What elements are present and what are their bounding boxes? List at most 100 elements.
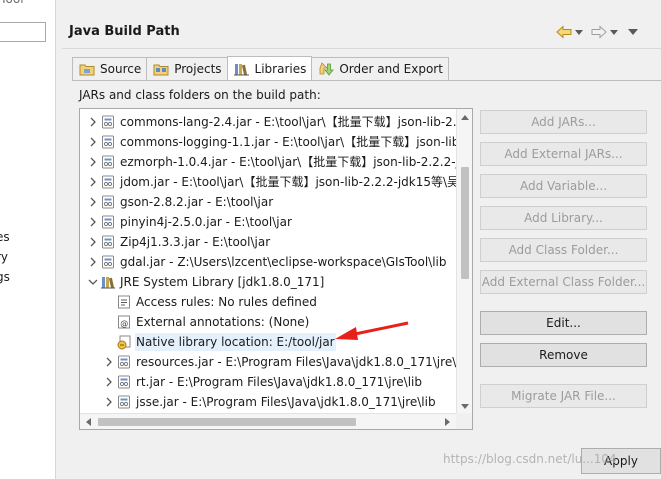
chevron-down-icon[interactable]	[575, 29, 583, 35]
jar-icon	[100, 114, 116, 130]
tree-row[interactable]: ezmorph-1.0.4.jar - E:\tool\jar\【批量下载】js…	[86, 152, 472, 172]
add-class-folder-button[interactable]: Add Class Folder...	[480, 238, 647, 262]
add-external-jars-button[interactable]: Add External JARs...	[480, 142, 647, 166]
chevron-right-icon[interactable]	[86, 132, 100, 152]
svg-text:@: @	[120, 319, 128, 328]
migrate-jar-button[interactable]: Migrate JAR File...	[480, 384, 647, 408]
horizontal-scrollbar[interactable]	[80, 413, 456, 429]
jar-icon	[100, 214, 116, 230]
jar-icon	[116, 354, 132, 370]
source-folder-icon	[79, 62, 95, 76]
add-library-button[interactable]: Add Library...	[480, 206, 647, 230]
chevron-right-icon[interactable]	[102, 352, 116, 372]
filter-input[interactable]	[0, 22, 46, 42]
vertical-scrollbar[interactable]	[456, 109, 472, 415]
native-library-icon	[116, 334, 132, 350]
tree-row[interactable]: pinyin4j-2.5.0.jar - E:\tool\jar	[86, 212, 293, 232]
tree-row-label: JRE System Library [jdk1.8.0_171]	[120, 275, 325, 289]
chevron-right-icon[interactable]	[86, 152, 100, 172]
libraries-icon	[233, 62, 250, 76]
tab-label: Projects	[174, 62, 222, 76]
back-button[interactable]	[556, 23, 583, 41]
tree-row[interactable]: gson-2.8.2.jar - E:\tool\jar	[86, 192, 274, 212]
jar-icon	[116, 394, 132, 410]
apply-button[interactable]: Apply	[581, 448, 661, 474]
chevron-right-icon[interactable]	[102, 392, 116, 412]
scroll-thumb[interactable]	[98, 418, 356, 426]
jar-icon	[100, 174, 116, 190]
left-pane-item[interactable]: ry	[0, 250, 8, 264]
chevron-right-icon[interactable]	[86, 192, 100, 212]
tree-row[interactable]: Zip4j1.3.3.jar - E:\tool\jar	[86, 232, 271, 252]
order-export-icon	[318, 62, 335, 76]
tree-row[interactable]: resources.jar - E:\Program Files\Java\jd…	[102, 352, 472, 372]
annotations-icon: @	[116, 314, 132, 330]
access-rules-icon	[116, 294, 132, 310]
chevron-down-icon[interactable]	[610, 29, 618, 35]
tree-row-label: Native library location: E:/tool/jar	[135, 333, 336, 351]
jar-icon	[100, 154, 116, 170]
tab-bar: Source Projects Libraries Order and Expo…	[72, 56, 449, 80]
tree-row-label: jdom.jar - E:\tool\jar\【批量下载】json-lib-2.…	[120, 175, 460, 189]
scrollbar-corner	[456, 413, 472, 429]
jar-icon	[116, 374, 132, 390]
remove-button[interactable]: Remove	[480, 343, 647, 367]
chevron-right-icon[interactable]	[86, 232, 100, 252]
tree-row-label: Zip4j1.3.3.jar - E:\tool\jar	[120, 235, 271, 249]
tree-row-label: jsse.jar - E:\Program Files\Java\jdk1.8.…	[136, 395, 436, 409]
left-pane-item[interactable]: gs	[0, 270, 10, 284]
tab-libraries[interactable]: Libraries	[226, 56, 313, 80]
tree-row[interactable]: commons-logging-1.1.jar - E:\tool\jar\【批…	[86, 132, 472, 152]
jar-icon	[100, 134, 116, 150]
tab-source[interactable]: Source	[72, 57, 148, 80]
tree-row[interactable]: Access rules: No rules defined	[102, 292, 318, 312]
scroll-thumb[interactable]	[461, 167, 469, 279]
tree-row[interactable]: jsse.jar - E:\Program Files\Java\jdk1.8.…	[102, 392, 437, 412]
tab-label: Order and Export	[339, 62, 443, 76]
tree-row[interactable]: jdom.jar - E:\tool\jar\【批量下载】json-lib-2.…	[86, 172, 460, 192]
tree-row[interactable]: @ External annotations: (None)	[102, 312, 310, 332]
add-external-class-folder-button[interactable]: Add External Class Folder...	[480, 270, 647, 294]
build-path-tree[interactable]: commons-lang-2.4.jar - E:\tool\jar\【批量下载…	[79, 108, 473, 430]
jar-icon	[100, 234, 116, 250]
jre-library-icon	[100, 274, 116, 290]
scroll-left-icon[interactable]	[86, 418, 91, 426]
nav-toolbar	[556, 23, 638, 41]
tree-row[interactable]: commons-lang-2.4.jar - E:\tool\jar\【批量下载…	[86, 112, 472, 132]
scroll-down-icon[interactable]	[461, 404, 469, 409]
left-pane-item[interactable]: es	[0, 230, 10, 244]
forward-button[interactable]	[591, 23, 618, 41]
scroll-right-icon[interactable]	[445, 418, 450, 426]
chevron-down-icon[interactable]	[86, 272, 100, 292]
tab-projects[interactable]: Projects	[146, 57, 228, 80]
tab-divider	[72, 80, 661, 81]
tree-row-label: resources.jar - E:\Program Files\Java\jd…	[136, 355, 471, 369]
chevron-right-icon[interactable]	[86, 252, 100, 272]
left-pane: sTool es ry gs	[0, 0, 56, 479]
chevron-right-icon[interactable]	[102, 372, 116, 392]
add-variable-button[interactable]: Add Variable...	[480, 174, 647, 198]
header-divider	[62, 48, 661, 49]
add-jars-button[interactable]: Add JARs...	[480, 110, 647, 134]
tree-row-label: Access rules: No rules defined	[136, 295, 317, 309]
scroll-up-icon[interactable]	[461, 115, 469, 120]
tree-row[interactable]: rt.jar - E:\Program Files\Java\jdk1.8.0_…	[102, 372, 423, 392]
view-menu-icon[interactable]	[628, 29, 638, 35]
edit-button[interactable]: Edit...	[480, 311, 647, 335]
tree-row-label: External annotations: (None)	[136, 315, 310, 329]
tree-row[interactable]: JRE System Library [jdk1.8.0_171]	[86, 272, 325, 292]
left-pane-title: sTool	[0, 0, 24, 6]
projects-icon	[153, 62, 169, 76]
chevron-right-icon[interactable]	[86, 112, 100, 132]
tree-row[interactable]: gdal.jar - Z:\Users\lzcent\eclipse-works…	[86, 252, 447, 272]
tree-row-selected[interactable]: Native library location: E:/tool/jar	[102, 332, 336, 352]
tree-row-label: commons-logging-1.1.jar - E:\tool\jar\【批…	[120, 135, 472, 149]
back-arrow-icon	[556, 25, 572, 39]
chevron-right-icon[interactable]	[86, 212, 100, 232]
tree-row-label: pinyin4j-2.5.0.jar - E:\tool\jar	[120, 215, 292, 229]
build-path-description: JARs and class folders on the build path…	[79, 88, 321, 102]
tab-order-and-export[interactable]: Order and Export	[311, 57, 449, 80]
chevron-right-icon[interactable]	[86, 172, 100, 192]
